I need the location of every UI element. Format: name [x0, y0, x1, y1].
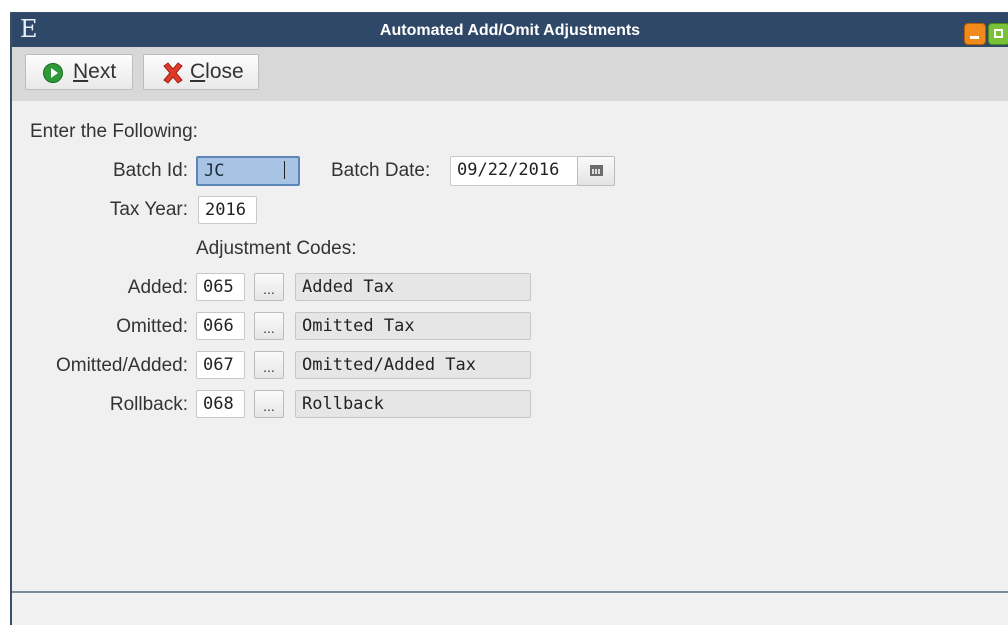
omitted-code-input[interactable]: 066 [196, 312, 245, 340]
close-x-icon [163, 62, 183, 84]
close-button-label: Close [190, 60, 244, 83]
next-arrow-icon [43, 63, 63, 83]
next-button-label: Next [73, 60, 117, 83]
app-window: E Automated Add/Omit Adjustments Next Cl… [10, 12, 1008, 625]
adjustment-codes-heading: Adjustment Codes: [196, 238, 357, 259]
rollback-lookup-button[interactable]: ... [254, 390, 284, 418]
omitted-added-label: Omitted/Added: [55, 355, 188, 376]
added-label: Added: [127, 277, 188, 298]
maximize-button[interactable] [988, 23, 1008, 45]
calendar-icon [590, 165, 603, 176]
title-bar: E Automated Add/Omit Adjustments [12, 13, 1008, 47]
close-button[interactable]: Close [143, 54, 259, 90]
omitted-lookup-button[interactable]: ... [254, 312, 284, 340]
text-caret [284, 161, 286, 179]
omitted-description: Omitted Tax [295, 312, 531, 340]
rollback-label: Rollback: [109, 394, 188, 415]
form-intro: Enter the Following: [30, 121, 198, 142]
omitted-added-code-input[interactable]: 067 [196, 351, 245, 379]
form-panel: Enter the Following: Batch Id: JC Batch … [12, 101, 1008, 591]
omitted-added-description: Omitted/Added Tax [295, 351, 531, 379]
batch-id-label: Batch Id: [113, 160, 188, 181]
omitted-added-lookup-button[interactable]: ... [254, 351, 284, 379]
rollback-description: Rollback [295, 390, 531, 418]
calendar-button[interactable] [577, 156, 615, 186]
toolbar: Next Close [12, 47, 1008, 101]
batch-date-label: Batch Date: [331, 160, 431, 181]
added-lookup-button[interactable]: ... [254, 273, 284, 301]
added-description: Added Tax [295, 273, 531, 301]
batch-date-input[interactable]: 09/22/2016 [450, 156, 578, 186]
added-code-input[interactable]: 065 [196, 273, 245, 301]
window-title: Automated Add/Omit Adjustments [379, 22, 641, 39]
minimize-button[interactable] [964, 23, 986, 45]
tax-year-input[interactable]: 2016 [198, 196, 257, 224]
batch-id-value: JC [204, 161, 225, 181]
status-bar [12, 591, 1008, 625]
next-button[interactable]: Next [25, 54, 133, 90]
batch-id-input[interactable]: JC [196, 156, 300, 186]
rollback-code-input[interactable]: 068 [196, 390, 245, 418]
tax-year-label: Tax Year: [109, 199, 188, 220]
omitted-label: Omitted: [116, 316, 188, 337]
